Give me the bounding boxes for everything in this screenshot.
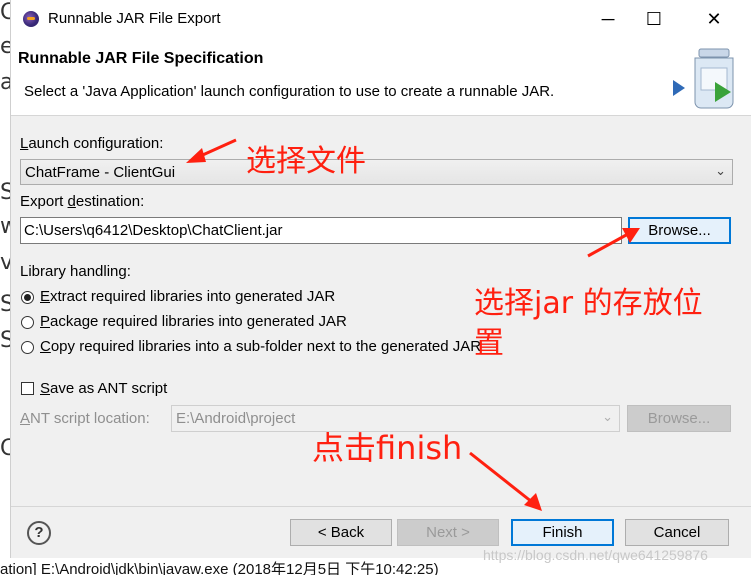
- annotation-select-jar-line1: 选择jar 的存放位: [474, 286, 703, 321]
- launch-config-value: ChatFrame - ClientGui: [25, 164, 176, 181]
- radio-extract-label[interactable]: Extract required libraries into generate…: [40, 288, 335, 305]
- jar-export-icon: [673, 48, 734, 109]
- library-handling-label: Library handling:: [20, 263, 131, 280]
- wizard-banner: Runnable JAR File Specification Select a…: [11, 38, 751, 116]
- annotation-click-finish: 点击finish: [312, 429, 463, 467]
- page-title: Runnable JAR File Specification: [18, 50, 264, 67]
- watermark: https://blog.csdn.net/qwe641259876: [483, 547, 708, 563]
- export-destination-input[interactable]: C:\Users\q6412\Desktop\ChatClient.jar: [20, 217, 622, 244]
- save-ant-label[interactable]: Save as ANT script: [40, 380, 167, 397]
- export-destination-label: Export destination:: [20, 193, 145, 210]
- launch-config-label: Launch configuration:: [20, 135, 164, 152]
- window-title: Runnable JAR File Export: [48, 10, 221, 27]
- finish-button[interactable]: Finish: [511, 519, 614, 546]
- annotation-select-file: 选择文件: [246, 144, 366, 179]
- page-description: Select a 'Java Application' launch confi…: [24, 83, 555, 100]
- launch-config-select[interactable]: ChatFrame - ClientGui ⌄: [20, 159, 733, 185]
- chevron-down-icon: ⌄: [602, 409, 613, 424]
- radio-extract[interactable]: [21, 291, 34, 304]
- help-icon[interactable]: ?: [27, 521, 51, 545]
- close-button[interactable]: ✕: [691, 0, 737, 38]
- radio-copy[interactable]: [21, 341, 34, 354]
- back-button[interactable]: < Back: [290, 519, 392, 546]
- title-bar: Runnable JAR File Export ─ ☐ ✕: [11, 0, 751, 38]
- next-button: Next >: [397, 519, 499, 546]
- eclipse-icon: [23, 11, 39, 27]
- ant-location-value: E:\Android\project: [176, 410, 296, 427]
- radio-package-label[interactable]: Package required libraries into generate…: [40, 313, 347, 330]
- maximize-button[interactable]: ☐: [631, 0, 677, 38]
- minimize-button[interactable]: ─: [585, 0, 631, 38]
- ant-browse-button: Browse...: [627, 405, 731, 432]
- ant-location-label: ANT script location:: [20, 410, 150, 427]
- save-ant-checkbox[interactable]: [21, 382, 34, 395]
- annotation-select-jar-line2: 置: [474, 326, 504, 361]
- footer-separator: [11, 506, 751, 507]
- chevron-down-icon: ⌄: [715, 163, 726, 178]
- radio-package[interactable]: [21, 316, 34, 329]
- export-destination-value: C:\Users\q6412\Desktop\ChatClient.jar: [24, 222, 283, 239]
- browse-button[interactable]: Browse...: [628, 217, 731, 244]
- radio-copy-label[interactable]: Copy required libraries into a sub-folde…: [40, 338, 481, 355]
- cancel-button[interactable]: Cancel: [625, 519, 729, 546]
